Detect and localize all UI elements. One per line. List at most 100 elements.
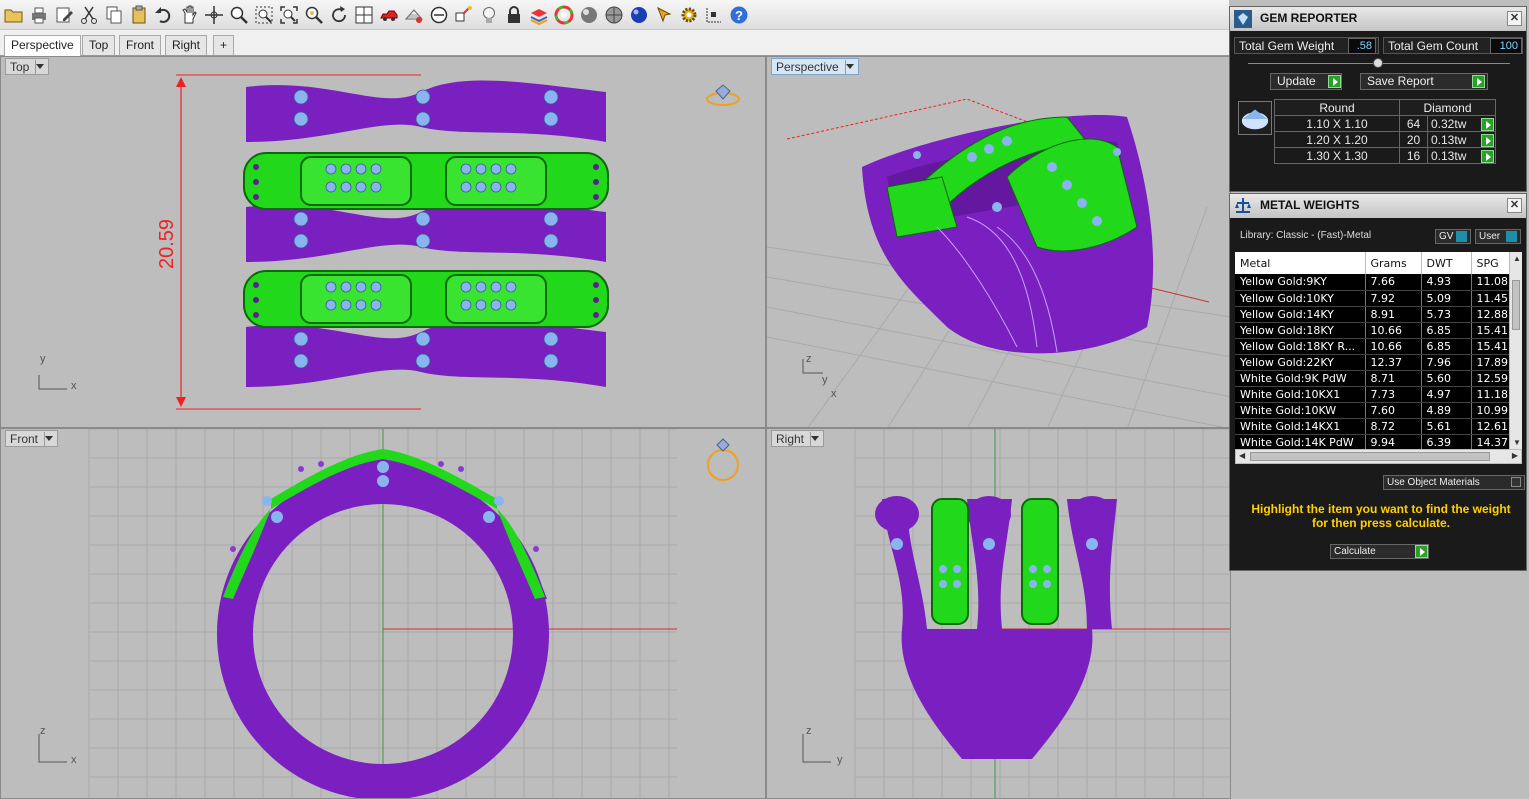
- close-icon[interactable]: ✕: [1507, 198, 1522, 213]
- add-tab-button[interactable]: +: [213, 35, 235, 55]
- object-snap-icon[interactable]: [452, 3, 475, 26]
- table-row[interactable]: Yellow Gold:18KY R... 10.66 6.85 15.41: [1235, 338, 1512, 355]
- table-row[interactable]: White Gold:14KX1 8.72 5.61 12.61: [1235, 418, 1512, 435]
- vertical-scrollbar[interactable]: ▲ ▼: [1509, 252, 1522, 449]
- table-row[interactable]: Yellow Gold:22KY 12.37 7.96 17.89: [1235, 354, 1512, 371]
- close-icon[interactable]: ✕: [1507, 11, 1522, 26]
- table-row[interactable]: White Gold:14K PdW 9.94 6.39 14.37: [1235, 434, 1512, 449]
- slider-thumb[interactable]: [1373, 58, 1383, 68]
- scrollbar-thumb[interactable]: [1512, 280, 1520, 330]
- move-icon[interactable]: [202, 3, 225, 26]
- chevron-left-icon[interactable]: ◀: [1239, 451, 1245, 460]
- table-cell: White Gold:10KX1: [1235, 386, 1366, 403]
- save-report-arrow-icon[interactable]: [1472, 75, 1485, 88]
- table-row[interactable]: Yellow Gold:9KY 7.66 4.93 11.08: [1235, 274, 1512, 291]
- rendered-sphere-icon[interactable]: [602, 3, 625, 26]
- chevron-down-icon[interactable]: [44, 431, 53, 446]
- table-row[interactable]: White Gold:10KX1 7.73 4.97 11.18: [1235, 386, 1512, 403]
- table-cell: 5.73: [1421, 306, 1472, 323]
- rotate-icon[interactable]: [327, 3, 350, 26]
- table-row[interactable]: Yellow Gold:10KY 7.92 5.09 11.45: [1235, 290, 1512, 307]
- table-cell: 11.18: [1471, 386, 1512, 403]
- zoom-window-icon[interactable]: [252, 3, 275, 26]
- zoom-extents-icon[interactable]: [277, 3, 300, 26]
- chevron-down-icon[interactable]: [35, 59, 44, 74]
- calculate-arrow-icon[interactable]: [1415, 545, 1428, 558]
- checkbox-icon[interactable]: [1511, 477, 1521, 487]
- tab-right[interactable]: Right: [165, 35, 208, 55]
- color-wheel-icon[interactable]: [552, 3, 575, 26]
- header-metal[interactable]: Metal: [1235, 252, 1366, 274]
- light-bulb-icon[interactable]: [477, 3, 500, 26]
- table-row[interactable]: 1.30 X 1.30 16 0.13tw: [1274, 147, 1496, 164]
- pointer-icon[interactable]: [652, 3, 675, 26]
- header-spg[interactable]: SPG: [1471, 252, 1512, 274]
- table-row[interactable]: White Gold:10KW 7.60 4.89 10.99: [1235, 402, 1512, 419]
- edit-icon[interactable]: [52, 3, 75, 26]
- total-gem-weight-value: .58: [1348, 38, 1376, 54]
- chevron-down-icon[interactable]: [810, 431, 819, 446]
- tab-top[interactable]: Top: [82, 35, 116, 55]
- tab-perspective[interactable]: Perspective: [4, 35, 81, 56]
- update-arrow-icon[interactable]: [1328, 75, 1341, 88]
- chevron-down-icon[interactable]: ▼: [1513, 438, 1521, 447]
- tab-front[interactable]: Front: [119, 35, 162, 55]
- use-object-materials-toggle[interactable]: Use Object Materials: [1383, 475, 1525, 490]
- table-row[interactable]: White Gold:9K PdW 8.71 5.60 12.59: [1235, 370, 1512, 387]
- table-row[interactable]: Yellow Gold:14KY 8.91 5.73 12.88: [1235, 306, 1512, 323]
- row-arrow-icon[interactable]: [1481, 118, 1494, 131]
- folder-icon[interactable]: [2, 3, 25, 26]
- viewport-perspective[interactable]: Perspective z y x: [766, 56, 1231, 428]
- cut-icon[interactable]: [77, 3, 100, 26]
- row-arrow-icon[interactable]: [1481, 134, 1494, 147]
- viewport-front[interactable]: Front z x: [0, 428, 766, 799]
- pan-icon[interactable]: [177, 3, 200, 26]
- paste-icon[interactable]: [127, 3, 150, 26]
- top-view-scene: [38, 74, 740, 410]
- round-gem-icon: [1238, 101, 1272, 135]
- circle-minus-icon[interactable]: [427, 3, 450, 26]
- blue-sphere-icon[interactable]: [627, 3, 650, 26]
- metal-weights-table: Metal Grams DWT SPG Yellow Gold:9KY 7.66 4…: [1235, 252, 1512, 449]
- table-cell: 7.73: [1365, 386, 1422, 403]
- viewport-label-front[interactable]: Front: [5, 430, 59, 447]
- dimension-icon[interactable]: [702, 3, 725, 26]
- table-row[interactable]: 1.20 X 1.20 20 0.13tw: [1274, 131, 1496, 148]
- undo-icon[interactable]: [152, 3, 175, 26]
- zoom-selected-icon[interactable]: [302, 3, 325, 26]
- viewport-layout-icon[interactable]: [352, 3, 375, 26]
- viewport-top[interactable]: Top 20.59 y x: [0, 56, 766, 428]
- header-dwt[interactable]: DWT: [1421, 252, 1472, 274]
- chevron-up-icon[interactable]: ▲: [1513, 254, 1521, 263]
- viewport-label-right[interactable]: Right: [771, 430, 825, 447]
- perspective-view-scene: [767, 98, 1230, 427]
- lock-icon[interactable]: [502, 3, 525, 26]
- chevron-right-icon[interactable]: ▶: [1512, 451, 1518, 460]
- viewport-title: Right: [776, 431, 805, 446]
- viewport-label-top[interactable]: Top: [5, 58, 50, 75]
- layers-icon[interactable]: [527, 3, 550, 26]
- row-arrow-icon[interactable]: [1481, 150, 1494, 163]
- viewport-right[interactable]: Right z y: [766, 428, 1231, 799]
- table-row[interactable]: 1.10 X 1.10 64 0.32tw: [1274, 115, 1496, 132]
- gear-icon[interactable]: [677, 3, 700, 26]
- table-cell: 7.92: [1365, 290, 1422, 307]
- table-cell: Yellow Gold:18KY R...: [1235, 338, 1366, 355]
- table-row[interactable]: Yellow Gold:18KY 10.66 6.85 15.41: [1235, 322, 1512, 339]
- gv-toggle-icon[interactable]: [1456, 231, 1467, 242]
- table-cell: 12.59: [1471, 370, 1512, 387]
- print-icon[interactable]: [27, 3, 50, 26]
- grid-icon[interactable]: [402, 3, 425, 26]
- header-grams[interactable]: Grams: [1365, 252, 1422, 274]
- shaded-sphere-icon[interactable]: [577, 3, 600, 26]
- chevron-down-icon[interactable]: [844, 59, 854, 74]
- copy-icon[interactable]: [102, 3, 125, 26]
- save-report-button[interactable]: Save Report: [1360, 73, 1488, 90]
- scrollbar-thumb[interactable]: [1250, 452, 1490, 461]
- horizontal-scrollbar[interactable]: ◀ ▶: [1235, 449, 1522, 464]
- viewport-label-perspective[interactable]: Perspective: [771, 58, 859, 75]
- zoom-icon[interactable]: [227, 3, 250, 26]
- help-icon[interactable]: ?: [727, 3, 750, 26]
- user-toggle-icon[interactable]: [1506, 231, 1517, 242]
- car-icon[interactable]: [377, 3, 400, 26]
